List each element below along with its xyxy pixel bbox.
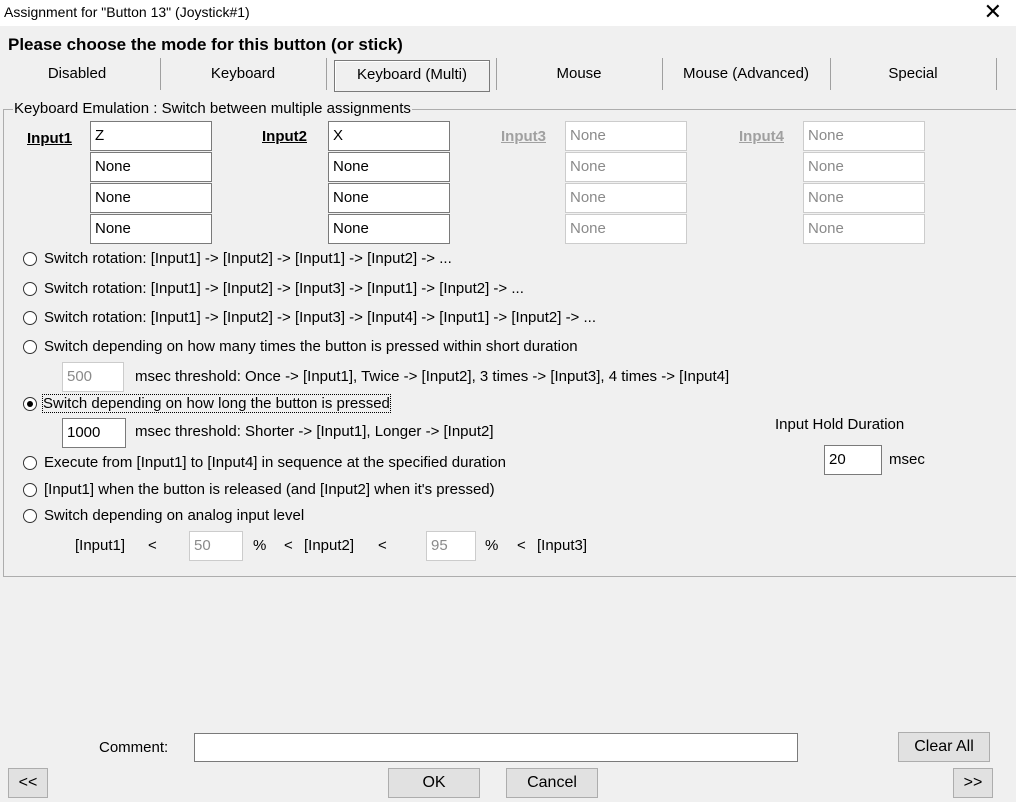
input4-label: Input4 — [739, 128, 784, 145]
mode-label-7[interactable]: [Input1] when the button is released (an… — [44, 481, 495, 498]
analog-input1-text: [Input1] — [75, 537, 126, 554]
mode-label-4[interactable]: Switch depending on how many times the b… — [44, 338, 578, 355]
input3-key-4[interactable]: None — [565, 214, 687, 244]
mode-label-2[interactable]: Switch rotation: [Input1] -> [Input2] ->… — [44, 280, 524, 297]
mode-radio-5[interactable] — [23, 397, 37, 411]
input2-key-1[interactable]: X — [328, 121, 450, 151]
tab-separator — [496, 58, 497, 90]
mode-label-3[interactable]: Switch rotation: [Input1] -> [Input2] ->… — [44, 309, 596, 326]
analog-lt-2: < — [284, 537, 293, 554]
input4-key-3[interactable]: None — [803, 183, 925, 213]
window-title: Assignment for "Button 13" (Joystick#1) — [4, 4, 250, 20]
analog-lt-3: < — [378, 537, 387, 554]
page-heading: Please choose the mode for this button (… — [8, 35, 403, 54]
tab-special[interactable]: Special — [850, 60, 976, 92]
mode-radio-6[interactable] — [23, 456, 37, 470]
previous-button[interactable]: << — [8, 768, 48, 798]
analog-input3-text: [Input3] — [537, 537, 588, 554]
cancel-button[interactable]: Cancel — [506, 768, 598, 798]
title-bar: Assignment for "Button 13" (Joystick#1) … — [0, 0, 1016, 26]
analog-threshold-2-input[interactable]: 95 — [426, 531, 476, 561]
mode-radio-4[interactable] — [23, 340, 37, 354]
input4-key-4[interactable]: None — [803, 214, 925, 244]
mode-radio-2[interactable] — [23, 282, 37, 296]
press-count-threshold-input[interactable]: 500 — [62, 362, 124, 392]
next-button[interactable]: >> — [953, 768, 993, 798]
hold-duration-input[interactable]: 20 — [824, 445, 882, 475]
input1-label: Input1 — [27, 130, 72, 147]
mode-label-1[interactable]: Switch rotation: [Input1] -> [Input2] ->… — [44, 250, 452, 267]
mode-label-8[interactable]: Switch depending on analog input level — [44, 507, 304, 524]
mode-label-6[interactable]: Execute from [Input1] to [Input4] in seq… — [44, 454, 506, 471]
tab-keyboard-multi[interactable]: Keyboard (Multi) — [334, 60, 490, 92]
comment-input[interactable] — [194, 733, 798, 762]
close-icon[interactable]: ✕ — [984, 0, 1002, 24]
press-length-description: msec threshold: Shorter -> [Input1], Lon… — [135, 423, 494, 440]
input3-key-1[interactable]: None — [565, 121, 687, 151]
analog-threshold-1-input[interactable]: 50 — [189, 531, 243, 561]
analog-input2-text: [Input2] — [304, 537, 355, 554]
input1-key-2[interactable]: None — [90, 152, 212, 182]
input1-key-1[interactable]: Z — [90, 121, 212, 151]
tab-separator — [996, 58, 997, 90]
input2-key-2[interactable]: None — [328, 152, 450, 182]
press-length-threshold-input[interactable]: 1000 — [62, 418, 126, 448]
hold-duration-label: Input Hold Duration — [775, 416, 905, 433]
analog-lt-4: < — [517, 537, 526, 554]
analog-percent-2: % — [485, 537, 499, 554]
input2-key-4[interactable]: None — [328, 214, 450, 244]
mode-radio-8[interactable] — [23, 509, 37, 523]
tab-keyboard[interactable]: Keyboard — [180, 60, 306, 92]
tab-separator — [830, 58, 831, 90]
analog-percent-1: % — [253, 537, 267, 554]
input4-key-2[interactable]: None — [803, 152, 925, 182]
tab-separator — [662, 58, 663, 90]
hold-duration-unit: msec — [889, 451, 925, 468]
tab-disabled[interactable]: Disabled — [14, 60, 140, 92]
mode-radio-1[interactable] — [23, 252, 37, 266]
input3-label: Input3 — [501, 128, 546, 145]
input3-key-3[interactable]: None — [565, 183, 687, 213]
input2-label: Input2 — [262, 128, 307, 145]
press-count-description: msec threshold: Once -> [Input1], Twice … — [135, 368, 730, 385]
input3-key-2[interactable]: None — [565, 152, 687, 182]
tab-mouse[interactable]: Mouse — [516, 60, 642, 92]
tab-separator — [326, 58, 327, 90]
tab-mouse-advanced[interactable]: Mouse (Advanced) — [668, 60, 824, 92]
comment-label: Comment: — [99, 739, 169, 756]
mode-label-5[interactable]: Switch depending on how long the button … — [42, 394, 391, 413]
analog-lt-1: < — [148, 537, 157, 554]
input1-key-3[interactable]: None — [90, 183, 212, 213]
input4-key-1[interactable]: None — [803, 121, 925, 151]
input1-key-4[interactable]: None — [90, 214, 212, 244]
tab-separator — [160, 58, 161, 90]
group-title: Keyboard Emulation : Switch between mult… — [13, 100, 412, 117]
mode-radio-3[interactable] — [23, 311, 37, 325]
clear-all-button[interactable]: Clear All — [898, 732, 990, 762]
mode-radio-7[interactable] — [23, 483, 37, 497]
input2-key-3[interactable]: None — [328, 183, 450, 213]
ok-button[interactable]: OK — [388, 768, 480, 798]
